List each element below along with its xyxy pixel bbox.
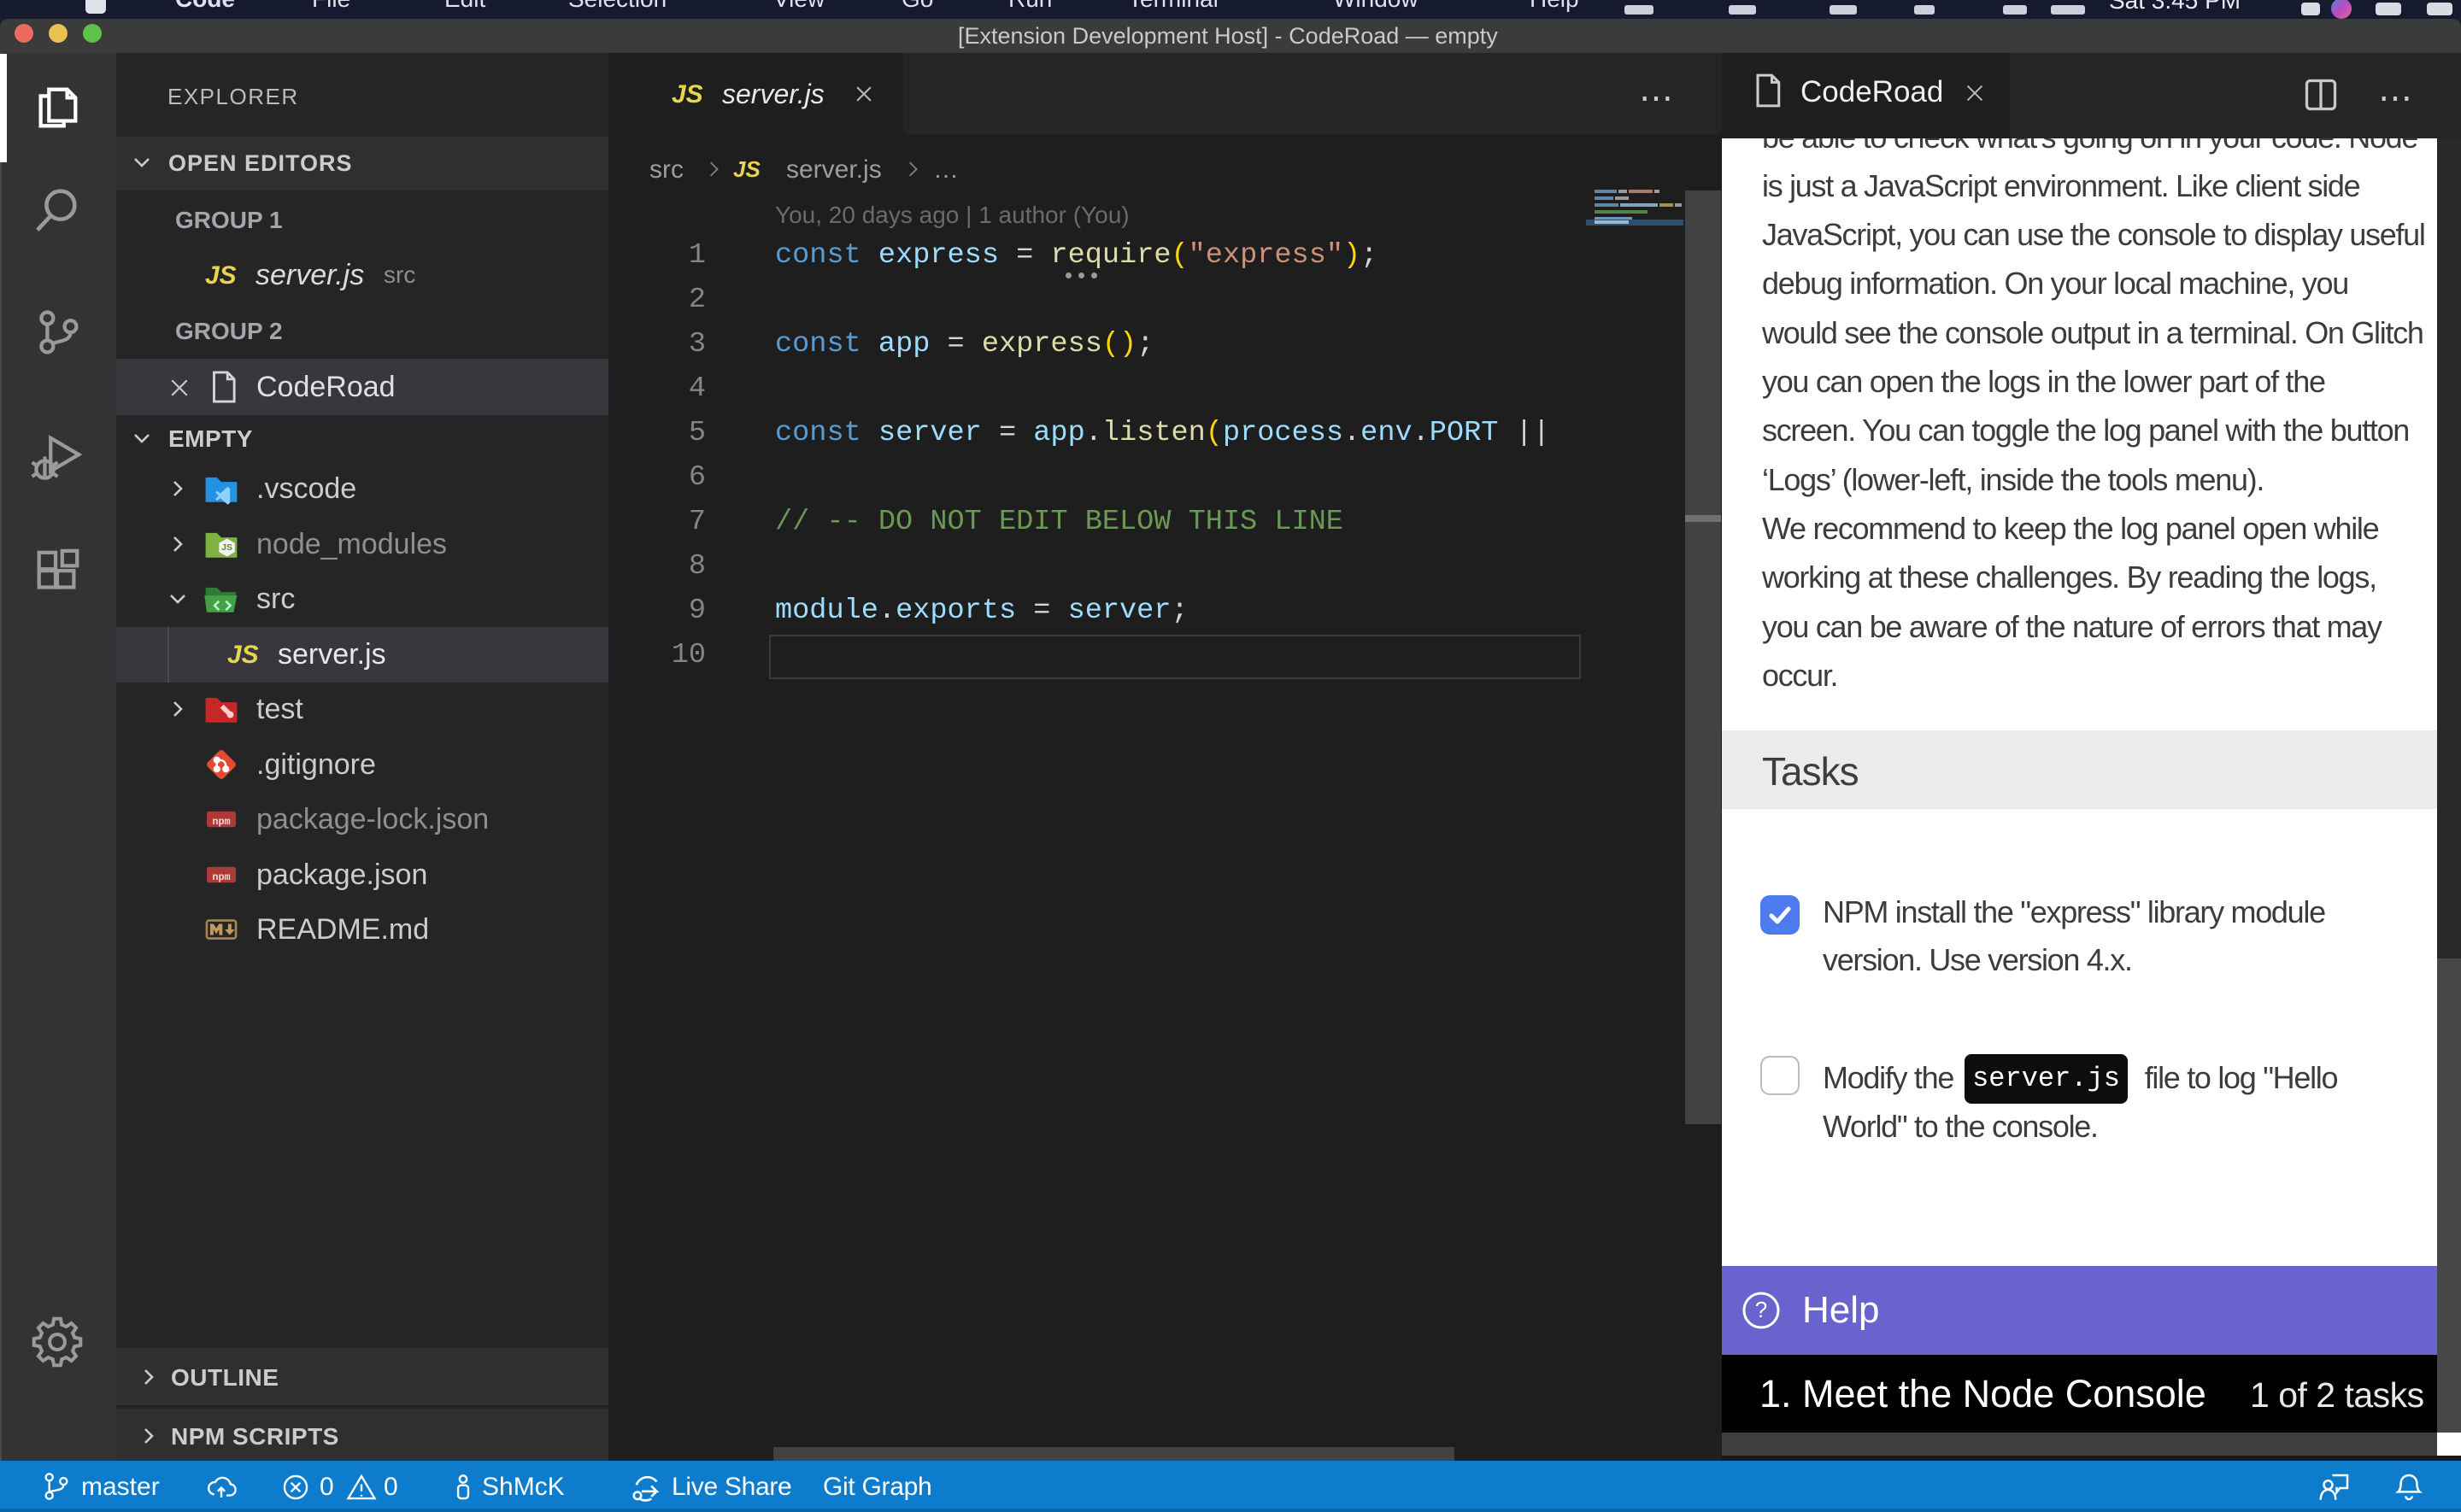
svg-text:npm: npm [212, 816, 230, 828]
svg-text:JS: JS [221, 542, 232, 553]
svg-text:?: ? [1755, 1297, 1767, 1322]
svg-text:npm: npm [212, 871, 230, 883]
